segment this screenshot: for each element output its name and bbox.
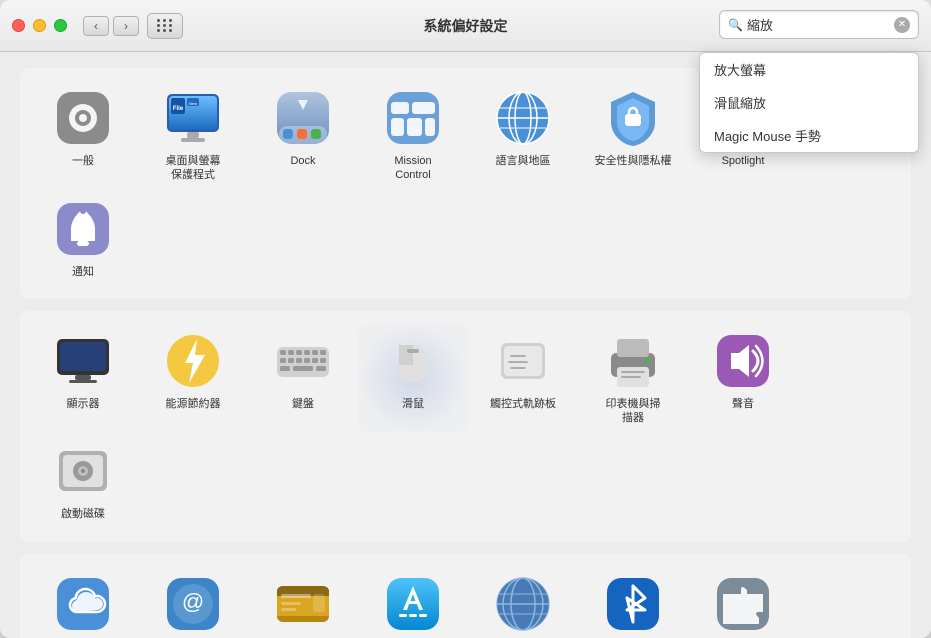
mission-control-icon: [383, 88, 443, 148]
pref-appstore[interactable]: App Store: [358, 566, 468, 638]
keyboard-label: 鍵盤: [292, 397, 314, 411]
language-label: 語言與地區: [496, 154, 551, 168]
security-icon: [603, 88, 663, 148]
spotlight-label: Spotlight: [722, 154, 765, 168]
startup-icon: [53, 441, 113, 501]
mouse-label: 滑鼠: [402, 397, 424, 411]
mouse-icon: [383, 331, 443, 391]
sound-label: 聲音: [732, 397, 754, 411]
trackpad-label: 觸控式軌跡板: [490, 397, 556, 411]
nav-buttons: ‹ ›: [83, 16, 139, 36]
general-label: 一般: [72, 154, 94, 168]
icloud-icon: [53, 574, 113, 634]
pref-energy[interactable]: 能源節約器: [138, 323, 248, 434]
pref-security[interactable]: 安全性與隱私權: [578, 80, 688, 191]
printer-label: 印表機與掃描器: [606, 397, 661, 426]
svg-text:@: @: [182, 589, 204, 614]
displays-label: 顯示器: [67, 397, 100, 411]
dock-icon: [273, 88, 333, 148]
printer-icon: [603, 331, 663, 391]
notifications-icon: [53, 199, 113, 259]
pref-printer[interactable]: 印表機與掃描器: [578, 323, 688, 434]
pref-sound[interactable]: 聲音: [688, 323, 798, 434]
pref-icloud[interactable]: iCloud: [28, 566, 138, 638]
window-title: 系統偏好設定: [424, 16, 508, 36]
close-button[interactable]: [12, 19, 25, 32]
search-box[interactable]: 🔍 縮放 ✕: [719, 10, 919, 39]
pref-network[interactable]: 網路: [468, 566, 578, 638]
dropdown-item-zoom-screen[interactable]: 放大螢幕: [700, 53, 918, 86]
displays-icon: [53, 331, 113, 391]
pref-general[interactable]: 一般: [28, 80, 138, 191]
energy-label: 能源節約器: [166, 397, 221, 411]
pref-bluetooth[interactable]: 藍牙: [578, 566, 688, 638]
dropdown-item-scroll-zoom[interactable]: 滑鼠縮放: [700, 86, 918, 119]
forward-icon: ›: [124, 19, 128, 33]
minimize-button[interactable]: [33, 19, 46, 32]
search-input[interactable]: 縮放: [747, 15, 894, 34]
grid-icon: [157, 19, 173, 32]
pref-startup[interactable]: 啟動磁碟: [28, 433, 138, 529]
back-button[interactable]: ‹: [83, 16, 109, 36]
search-clear-button[interactable]: ✕: [894, 17, 910, 33]
svg-text:File: File: [173, 106, 184, 112]
pref-displays[interactable]: 顯示器: [28, 323, 138, 434]
titlebar: ‹ › 系統偏好設定 🔍 縮放 ✕: [0, 0, 931, 52]
language-icon: [493, 88, 553, 148]
appstore-icon: [383, 574, 443, 634]
desktop-icon: File New: [163, 88, 223, 148]
network-icon: [493, 574, 553, 634]
pref-internet[interactable]: @ Internet帳號: [138, 566, 248, 638]
traffic-lights: [12, 19, 67, 32]
main-window: ‹ › 系統偏好設定 🔍 縮放 ✕ 放大螢幕 滑鼠縮放 Magic Mouse: [0, 0, 931, 638]
pref-wallet[interactable]: Wallet 與Apple Pay: [248, 566, 358, 638]
pref-keyboard[interactable]: 鍵盤: [248, 323, 358, 434]
extensions-icon: [713, 574, 773, 634]
wallet-icon: [273, 574, 333, 634]
pref-notifications[interactable]: 通知: [28, 191, 138, 287]
sound-icon: [713, 331, 773, 391]
keyboard-icon: [273, 331, 333, 391]
pref-extensions[interactable]: 延伸功能: [688, 566, 798, 638]
forward-button[interactable]: ›: [113, 16, 139, 36]
pref-desktop[interactable]: File New 桌面與螢幕保護程式: [138, 80, 248, 191]
dropdown-item-magic-mouse[interactable]: Magic Mouse 手勢: [700, 119, 918, 152]
notifications-label: 通知: [72, 265, 94, 279]
pref-mouse[interactable]: 滑鼠: [358, 323, 468, 434]
trackpad-icon: [493, 331, 553, 391]
desktop-label: 桌面與螢幕保護程式: [166, 154, 221, 183]
security-label: 安全性與隱私權: [595, 154, 672, 168]
pref-language[interactable]: 語言與地區: [468, 80, 578, 191]
bluetooth-icon: [603, 574, 663, 634]
internet-icon: @: [163, 574, 223, 634]
search-dropdown: 放大螢幕 滑鼠縮放 Magic Mouse 手勢: [699, 52, 919, 153]
back-icon: ‹: [94, 19, 98, 33]
pref-dock[interactable]: Dock: [248, 80, 358, 191]
dock-label: Dock: [290, 154, 315, 168]
pref-trackpad[interactable]: 觸控式軌跡板: [468, 323, 578, 434]
section-2: 顯示器 能源節約器: [20, 311, 911, 542]
svg-text:New: New: [189, 101, 197, 106]
section-3: iCloud @ Internet帳號: [20, 554, 911, 638]
pref-mission-control[interactable]: MissionControl: [358, 80, 468, 191]
energy-icon: [163, 331, 223, 391]
grid-view-button[interactable]: [147, 13, 183, 39]
mission-control-label: MissionControl: [394, 154, 431, 183]
general-icon: [53, 88, 113, 148]
maximize-button[interactable]: [54, 19, 67, 32]
search-icon: 🔍: [728, 18, 743, 32]
startup-label: 啟動磁碟: [61, 507, 105, 521]
search-container: 🔍 縮放 ✕: [719, 10, 919, 39]
